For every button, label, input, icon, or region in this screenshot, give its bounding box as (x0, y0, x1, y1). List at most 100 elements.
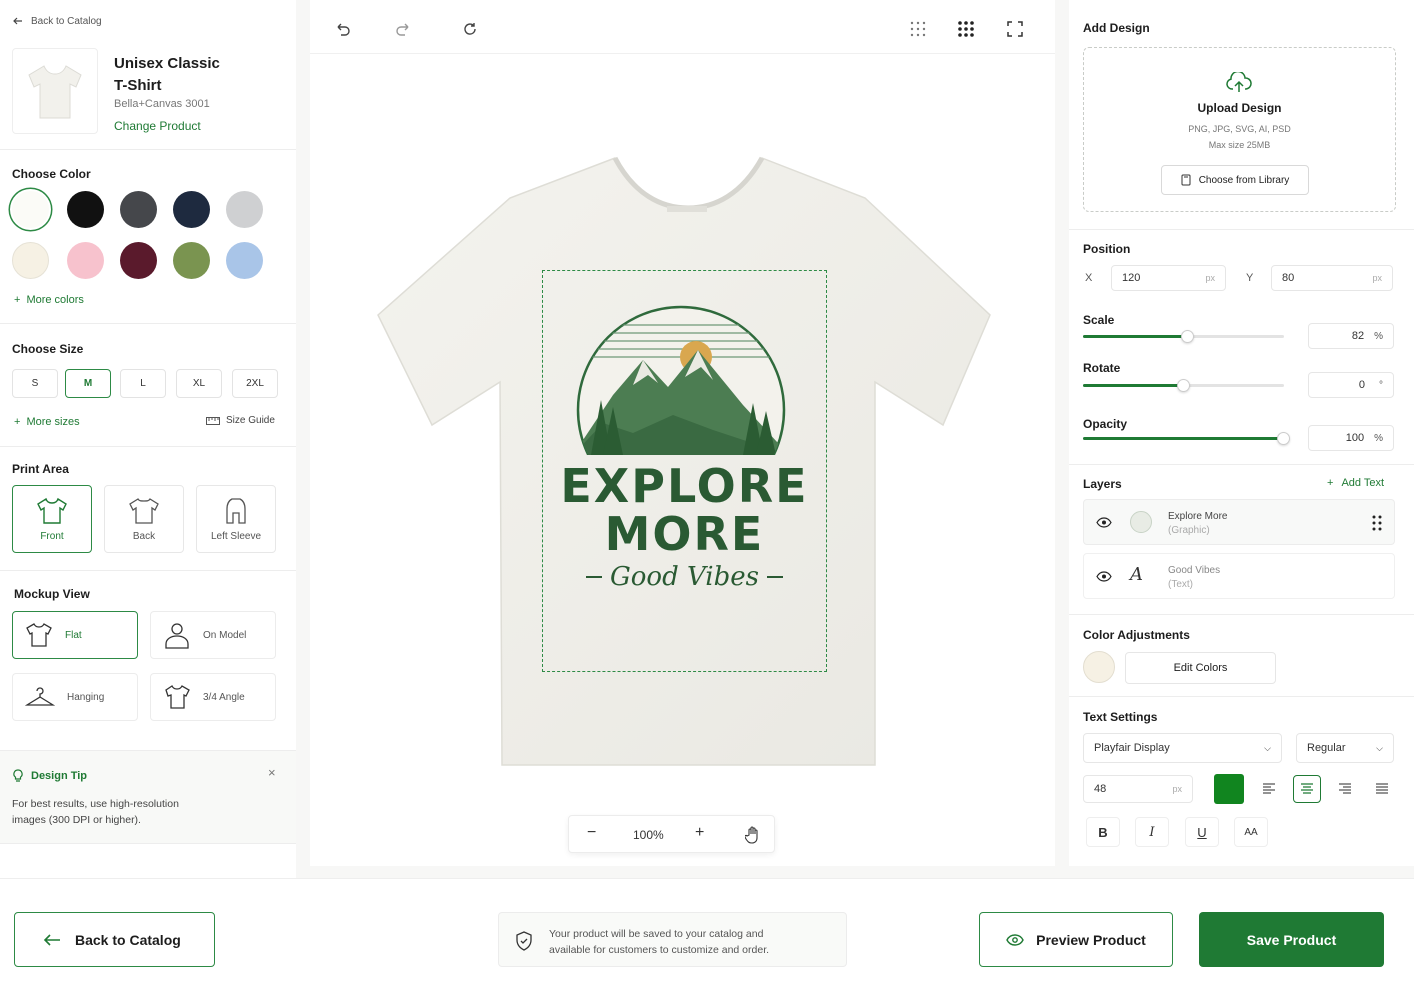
size-option-xl[interactable]: XL (176, 369, 222, 398)
mockup-hanging[interactable]: Hanging (12, 673, 138, 721)
design-tip-line1: For best results, use high-resolution (12, 798, 179, 810)
mockup-three-quarter-label: 3/4 Angle (203, 691, 245, 703)
layer-info: Good Vibes (Text) (1168, 564, 1220, 592)
current-color-swatch[interactable] (1083, 651, 1115, 683)
rotate-slider[interactable] (1083, 379, 1284, 392)
font-size-value: 48 (1094, 783, 1107, 795)
layer-item[interactable]: Explore More (Graphic) (1083, 499, 1395, 545)
color-swatch[interactable] (12, 242, 49, 279)
x-value: 120 (1122, 272, 1141, 284)
underline-button[interactable]: U (1185, 817, 1219, 847)
color-swatch[interactable] (120, 191, 157, 228)
size-option-m[interactable]: M (65, 369, 111, 398)
color-swatch[interactable] (12, 191, 49, 228)
design-script: Good Vibes (610, 562, 759, 592)
mountain-graphic[interactable] (573, 305, 789, 455)
design-line2: MORE (604, 507, 765, 561)
eye-icon[interactable] (1096, 571, 1112, 582)
upload-dropzone[interactable]: Upload Design PNG, JPG, SVG, AI, PSD Max… (1083, 47, 1396, 212)
tshirt-front-icon (37, 497, 67, 524)
italic-button[interactable]: I (1135, 817, 1169, 847)
all-caps-button[interactable]: AA (1234, 817, 1268, 847)
notice-line1: Your product will be saved to your catal… (549, 928, 764, 940)
bold-button[interactable]: B (1086, 817, 1120, 847)
layer-thumbnail (1130, 511, 1152, 533)
color-swatch[interactable] (67, 242, 104, 279)
opacity-input[interactable]: 100% (1308, 425, 1394, 451)
font-family-select[interactable]: Playfair Display ⌵ (1083, 733, 1282, 763)
mockup-hanging-label: Hanging (67, 691, 105, 703)
font-weight-select[interactable]: Regular ⌵ (1296, 733, 1394, 763)
chevron-down-icon: ⌵ (1376, 742, 1383, 753)
text-settings-title: Text Settings (1083, 710, 1158, 724)
color-swatch[interactable] (120, 242, 157, 279)
more-colors-link[interactable]: + More colors (14, 294, 84, 306)
zoom-out-button[interactable]: − (587, 824, 596, 842)
align-right-icon[interactable] (1331, 775, 1359, 803)
reset-icon[interactable] (459, 18, 481, 40)
text-color-picker[interactable] (1214, 774, 1244, 804)
choose-color-title: Choose Color (12, 167, 91, 181)
scale-input[interactable]: 82% (1308, 323, 1394, 349)
canvas-toolbar (310, 0, 1055, 54)
size-option-s[interactable]: S (12, 369, 58, 398)
color-swatch[interactable] (67, 191, 104, 228)
font-size-input[interactable]: 48 px (1083, 775, 1193, 803)
color-swatch[interactable] (226, 242, 263, 279)
preview-product-button[interactable]: Preview Product (979, 912, 1173, 967)
dots-grid-icon[interactable] (955, 18, 977, 40)
print-area-front[interactable]: Front (12, 485, 92, 553)
color-swatch[interactable] (173, 242, 210, 279)
layer-name: Explore More (1168, 511, 1228, 522)
align-center-icon[interactable] (1293, 775, 1321, 803)
font-weight-value: Regular (1307, 742, 1346, 754)
layer-item[interactable]: A Good Vibes (Text) (1083, 553, 1395, 599)
fullscreen-icon[interactable] (1004, 18, 1026, 40)
opacity-slider[interactable] (1083, 432, 1290, 445)
align-left-icon[interactable] (1255, 775, 1283, 803)
lightbulb-icon (13, 769, 23, 782)
mockup-on-model[interactable]: On Model (150, 611, 276, 659)
opacity-title: Opacity (1083, 417, 1128, 431)
edit-colors-button[interactable]: Edit Colors (1125, 652, 1276, 684)
hand-icon[interactable] (745, 826, 761, 844)
rotate-input[interactable]: 0 ° (1308, 372, 1394, 398)
opacity-value: 100 (1345, 432, 1365, 444)
add-text-button[interactable]: + Add Text (1327, 477, 1384, 489)
arrow-left-icon (43, 933, 60, 946)
mockup-flat[interactable]: Flat (12, 611, 138, 659)
mockup-three-quarter[interactable]: 3/4 Angle (150, 673, 276, 721)
product-name: Unisex Classic T-Shirt (114, 53, 220, 97)
choose-from-library-button[interactable]: Choose from Library (1161, 165, 1309, 195)
scale-slider[interactable] (1083, 330, 1284, 343)
undo-icon[interactable] (332, 18, 354, 40)
color-swatch[interactable] (226, 191, 263, 228)
close-icon[interactable]: × (268, 765, 276, 780)
design-tip-text: For best results, use high-resolution im… (12, 796, 179, 828)
more-sizes-link[interactable]: + More sizes (14, 416, 80, 428)
print-area-back[interactable]: Back (104, 485, 184, 553)
design-script-text[interactable]: Good Vibes (542, 562, 827, 592)
color-adjustments-title: Color Adjustments (1083, 628, 1190, 642)
grid-icon[interactable] (907, 18, 929, 40)
back-to-catalog-link[interactable]: Back to Catalog (12, 15, 102, 27)
size-guide-link[interactable]: Size Guide (206, 415, 275, 426)
drag-handle-icon[interactable] (1372, 515, 1382, 531)
print-area-left-sleeve[interactable]: Left Sleeve (196, 485, 276, 553)
more-colors-label: More colors (26, 294, 84, 306)
zoom-in-button[interactable]: + (695, 824, 704, 842)
print-area-back-label: Back (132, 530, 156, 542)
back-to-catalog-button[interactable]: Back to Catalog (14, 912, 215, 967)
redo-icon[interactable] (392, 18, 414, 40)
size-option-l[interactable]: L (120, 369, 166, 398)
color-swatch[interactable] (173, 191, 210, 228)
more-sizes-label: More sizes (26, 416, 80, 428)
save-product-button[interactable]: Save Product (1199, 912, 1384, 967)
design-headline[interactable]: EXPLORE MORE (542, 462, 827, 558)
size-option-2xl[interactable]: 2XL (232, 369, 278, 398)
position-x-input[interactable]: 120 px (1111, 265, 1226, 291)
position-y-input[interactable]: 80 px (1271, 265, 1393, 291)
align-justify-icon[interactable] (1368, 775, 1396, 803)
change-product-link[interactable]: Change Product (114, 119, 201, 133)
eye-icon[interactable] (1096, 517, 1112, 528)
